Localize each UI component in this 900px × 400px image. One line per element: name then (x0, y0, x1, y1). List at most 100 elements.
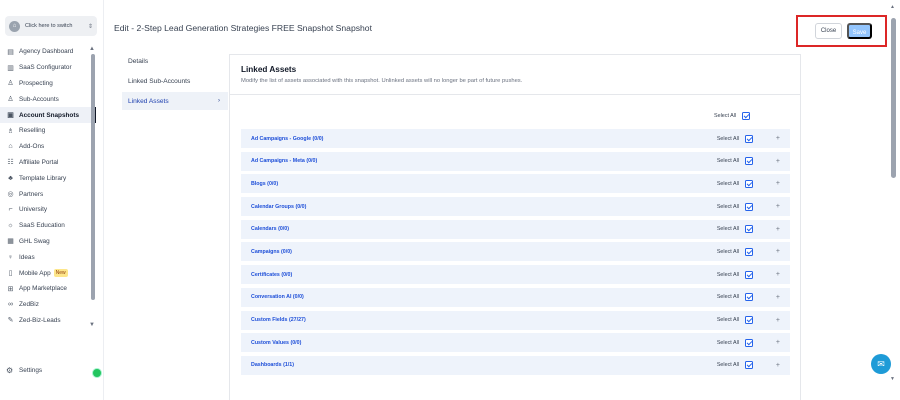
page-scroll-down-icon[interactable]: ▼ (890, 376, 895, 382)
sidebar-item-ghl-swag[interactable]: ▦ GHL Swag (0, 234, 96, 250)
asset-name[interactable]: Custom Fields (27/27) (251, 317, 306, 323)
sidebar-item-partners[interactable]: ◎ Partners (0, 186, 96, 202)
sidebar-item-sub-accounts[interactable]: ♙ Sub-Accounts (0, 91, 96, 107)
sidebar-item-zed-biz-leads[interactable]: ✎ Zed-Biz-Leads (0, 313, 96, 329)
expand-plus-icon[interactable]: + (776, 248, 780, 255)
asset-name[interactable]: Calendars (0/0) (251, 226, 289, 232)
select-all-checkbox[interactable] (745, 134, 753, 143)
subnav-item-details[interactable]: Details (122, 52, 228, 70)
select-all-checkbox[interactable] (745, 157, 753, 166)
asset-row[interactable]: Conversation AI (0/0) Select All + (241, 287, 790, 307)
row-select-all[interactable]: Select All (717, 134, 753, 143)
sidebar-item-label: Template Library (19, 174, 67, 182)
sidebar-item-account-snapshots[interactable]: ▣ Account Snapshots (0, 107, 96, 123)
asset-row[interactable]: Custom Fields (27/27) Select All + (241, 310, 790, 330)
sidebar-item-label: Zed-Biz-Leads (19, 316, 61, 324)
asset-name[interactable]: Certificates (0/0) (251, 272, 292, 278)
asset-name[interactable]: Ad Campaigns - Google (0/0) (251, 136, 323, 142)
sidebar-item-template-library[interactable]: ♣ Template Library (0, 170, 96, 186)
expand-plus-icon[interactable]: + (776, 180, 780, 187)
sidebar-item-app-marketplace[interactable]: ⊞ App Marketplace (0, 281, 96, 297)
asset-name[interactable]: Conversation AI (0/0) (251, 294, 304, 300)
sidebar-item-affiliate-portal[interactable]: ☷ Affiliate Portal (0, 155, 96, 171)
expand-plus-icon[interactable]: + (776, 339, 780, 346)
sidebar-item-settings[interactable]: ⚙ Settings (6, 366, 42, 375)
store-icon: ⌂ (9, 20, 20, 32)
sidebar-scrollbar[interactable] (91, 54, 95, 300)
select-all-checkbox[interactable] (745, 316, 753, 324)
row-select-all[interactable]: Select All (717, 270, 753, 279)
row-select-all[interactable]: Select All (717, 225, 753, 234)
sidebar-item-add-ons[interactable]: ⌂ Add-Ons (0, 139, 96, 155)
expand-plus-icon[interactable]: + (776, 158, 780, 165)
expand-plus-icon[interactable]: + (776, 135, 780, 142)
sidebar-item-saas-configurator[interactable]: ▥ SaaS Configurator (0, 60, 96, 76)
expand-plus-icon[interactable]: + (776, 271, 780, 278)
select-all-checkbox[interactable] (745, 293, 753, 302)
asset-row[interactable]: Dashboards (1/1) Select All + (241, 355, 790, 375)
sidebar-item-zedbiz[interactable]: ∞ ZedBiz (0, 297, 96, 313)
select-all-checkbox[interactable] (745, 338, 753, 347)
asset-name[interactable]: Ad Campaigns - Meta (0/0) (251, 158, 317, 164)
row-select-all[interactable]: Select All (716, 338, 753, 347)
asset-name[interactable]: Dashboards (1/1) (251, 362, 294, 368)
asset-name[interactable]: Calendar Groups (0/0) (251, 204, 306, 210)
chevron-right-icon: › (218, 98, 220, 104)
sidebar-item-prospecting[interactable]: ♙ Prospecting (0, 76, 96, 92)
sidebar-item-label: Agency Dashboard (19, 48, 74, 56)
select-all-checkbox[interactable] (745, 202, 753, 211)
asset-name[interactable]: Blogs (0/0) (251, 181, 278, 187)
asset-row[interactable]: Custom Values (0/0) Select All + (241, 333, 790, 353)
asset-name[interactable]: Custom Values (0/0) (251, 340, 301, 346)
select-all-checkbox[interactable] (745, 270, 753, 279)
expand-plus-icon[interactable]: + (776, 203, 780, 210)
select-all-checkbox[interactable] (745, 361, 753, 370)
asset-row[interactable]: Ad Campaigns - Meta (0/0) Select All + (241, 151, 790, 171)
expand-plus-icon[interactable]: + (776, 317, 780, 324)
account-switcher[interactable]: ⌂ Click here to switch ⇕ (5, 16, 97, 36)
wrench-icon: ✎ (7, 317, 14, 325)
sidebar-item-agency-dashboard[interactable]: ▤ Agency Dashboard (0, 44, 96, 60)
row-select-all[interactable]: Select All (717, 293, 753, 302)
row-select-all[interactable]: Select All (717, 361, 753, 370)
select-all-global[interactable]: Select All (714, 112, 751, 120)
sidebar-item-label: Account Snapshots (19, 111, 80, 119)
row-select-all[interactable]: Select All (717, 179, 753, 188)
subnav-item-linked-assets[interactable]: Linked Assets › (122, 92, 228, 110)
row-select-all[interactable]: Select All (717, 316, 753, 324)
status-indicator[interactable] (92, 368, 102, 378)
reselling-icon: ♗ (7, 127, 14, 135)
asset-row[interactable]: Calendar Groups (0/0) Select All + (241, 197, 790, 217)
select-all-checkbox[interactable] (745, 225, 753, 234)
asset-row[interactable]: Certificates (0/0) Select All + (241, 265, 790, 285)
chat-support-button[interactable]: ✉ (871, 354, 891, 374)
asset-row[interactable]: Campaigns (0/0) Select All + (241, 242, 790, 262)
select-all-label: Select All (714, 113, 737, 119)
scroll-down-arrow-icon[interactable]: ▼ (89, 322, 95, 328)
select-all-checkbox[interactable] (742, 112, 751, 120)
sidebar-item-reselling[interactable]: ♗ Reselling (0, 123, 96, 139)
sidebar-item-saas-education[interactable]: ☼ SaaS Education (0, 218, 96, 234)
row-select-all[interactable]: Select All (717, 247, 753, 256)
saas-education-icon: ☼ (7, 222, 14, 230)
sidebar-item-mobile-app[interactable]: ▯ Mobile App New (0, 265, 96, 281)
save-button[interactable]: Save (847, 23, 872, 39)
expand-plus-icon[interactable]: + (776, 226, 780, 233)
asset-name[interactable]: Campaigns (0/0) (251, 249, 292, 255)
sidebar-item-ideas[interactable]: ♀ Ideas (0, 249, 96, 265)
row-select-all[interactable]: Select All (717, 157, 753, 166)
select-all-label: Select All (716, 339, 739, 346)
select-all-checkbox[interactable] (745, 247, 753, 256)
page-scrollbar[interactable] (891, 18, 896, 178)
asset-row[interactable]: Ad Campaigns - Google (0/0) Select All + (241, 129, 790, 148)
row-select-all[interactable]: Select All (717, 202, 753, 211)
page-scroll-up-icon[interactable]: ▲ (890, 4, 895, 10)
expand-plus-icon[interactable]: + (776, 362, 780, 369)
select-all-checkbox[interactable] (745, 179, 753, 188)
subnav-item-linked-sub-accounts[interactable]: Linked Sub-Accounts (122, 72, 228, 90)
close-button[interactable]: Close (815, 23, 842, 39)
asset-row[interactable]: Calendars (0/0) Select All + (241, 219, 790, 239)
asset-row[interactable]: Blogs (0/0) Select All + (241, 174, 790, 194)
expand-plus-icon[interactable]: + (776, 294, 780, 301)
sidebar-item-university[interactable]: ⌐ University (0, 202, 96, 218)
